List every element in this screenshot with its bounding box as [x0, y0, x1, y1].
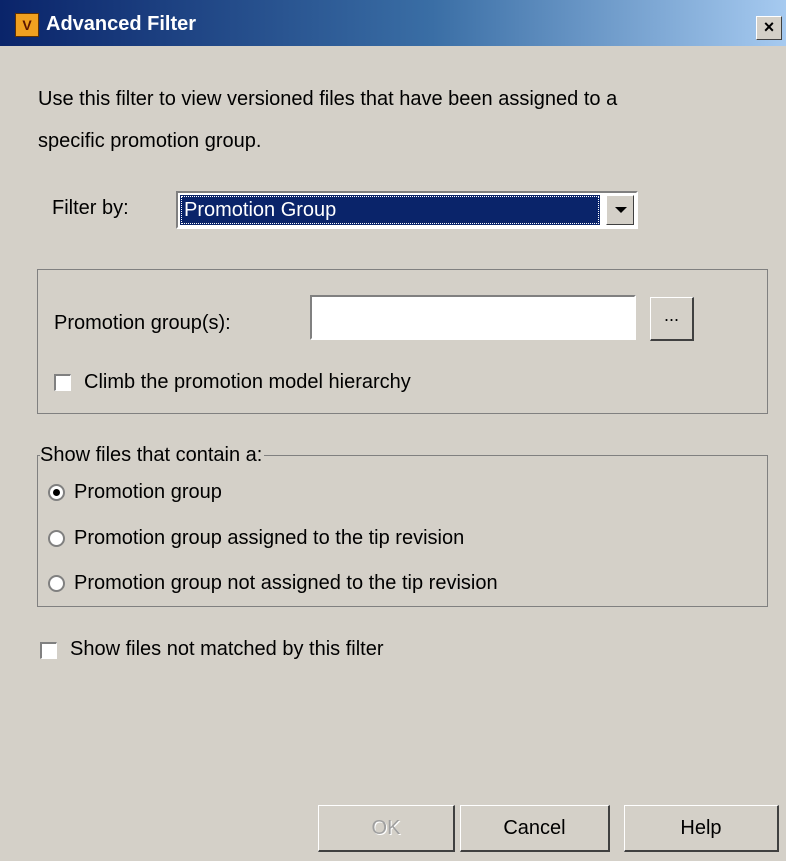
climb-hierarchy-label[interactable]: Climb the promotion model hierarchy: [84, 371, 411, 394]
climb-hierarchy-checkbox[interactable]: [54, 374, 71, 391]
browse-button[interactable]: ...: [650, 297, 694, 341]
promotion-group-input[interactable]: [310, 295, 636, 340]
close-button[interactable]: ×: [756, 16, 782, 40]
cancel-button[interactable]: Cancel: [460, 805, 610, 852]
window-title: Advanced Filter: [46, 13, 197, 35]
radio-not-assigned-tip[interactable]: [48, 575, 65, 592]
radio-promotion-group-label[interactable]: Promotion group: [74, 481, 222, 504]
description-line-1: Use this filter to view versioned files …: [38, 88, 618, 110]
radio-promotion-group[interactable]: [48, 484, 65, 501]
show-files-legend: Show files that contain a:: [40, 444, 265, 467]
promotion-group-label: Promotion group(s):: [54, 312, 231, 334]
app-logo-icon: V: [15, 13, 39, 37]
show-unmatched-checkbox[interactable]: [40, 642, 57, 659]
filter-by-selected-value[interactable]: Promotion Group: [180, 195, 600, 225]
radio-not-assigned-tip-label[interactable]: Promotion group not assigned to the tip …: [74, 572, 498, 595]
radio-assigned-tip-label[interactable]: Promotion group assigned to the tip revi…: [74, 527, 464, 550]
dropdown-arrow-icon[interactable]: [606, 195, 634, 225]
help-button[interactable]: Help: [624, 805, 779, 852]
title-bar[interactable]: V Advanced Filter ×: [0, 0, 786, 46]
description-line-2: specific promotion group.: [38, 130, 262, 152]
filter-by-dropdown[interactable]: Promotion Group: [176, 191, 638, 229]
radio-assigned-tip[interactable]: [48, 530, 65, 547]
filter-by-label: Filter by:: [52, 197, 129, 219]
show-unmatched-label[interactable]: Show files not matched by this filter: [70, 638, 383, 661]
ok-button[interactable]: OK: [318, 805, 455, 852]
